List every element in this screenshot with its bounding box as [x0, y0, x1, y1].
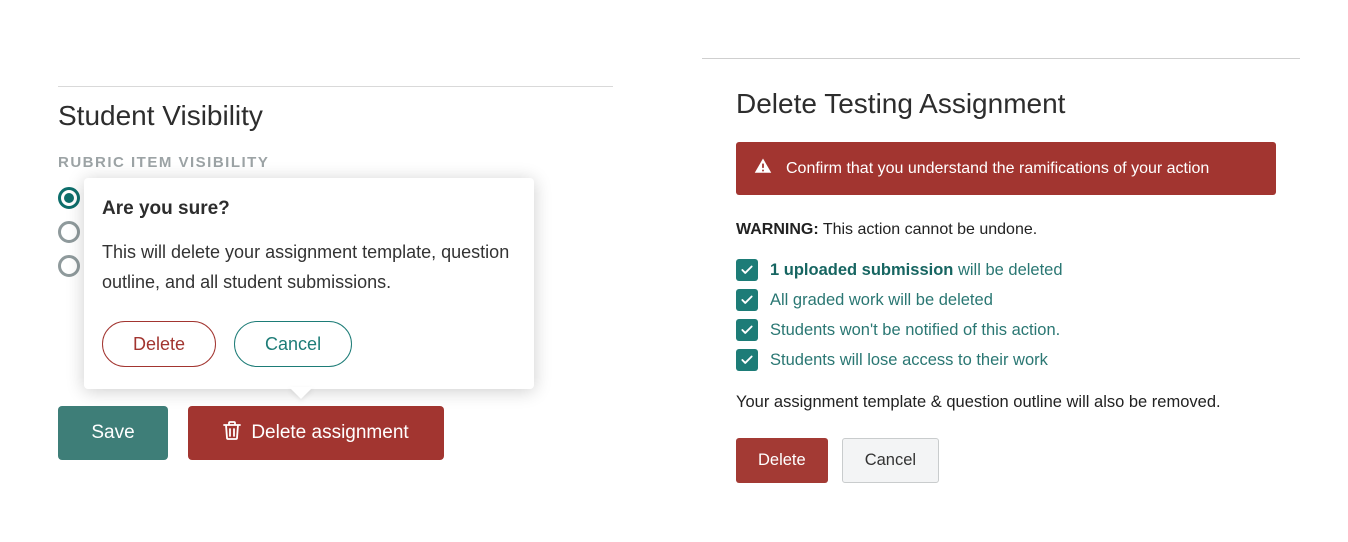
- checklist-item-1[interactable]: 1 uploaded submission will be deleted: [736, 259, 1276, 281]
- warning-body: This action cannot be undone.: [819, 221, 1038, 238]
- popover-body: This will delete your assignment templat…: [102, 238, 516, 297]
- divider-right: [702, 58, 1300, 59]
- delete-assignment-heading: Delete Testing Assignment: [736, 88, 1276, 120]
- delete-assignment-button[interactable]: Delete assignment: [188, 406, 444, 460]
- checklist-item-2[interactable]: All graded work will be deleted: [736, 289, 1276, 311]
- student-visibility-heading: Student Visibility: [58, 100, 618, 132]
- confirm-delete-button[interactable]: Delete: [736, 438, 828, 483]
- popover-actions: Delete Cancel: [102, 321, 516, 367]
- radio-option-2[interactable]: [58, 221, 80, 243]
- checklist-item-3[interactable]: Students won't be notified of this actio…: [736, 319, 1276, 341]
- delete-assignment-label: Delete assignment: [251, 422, 408, 444]
- checklist-item-3-text: Students won't be notified of this actio…: [770, 321, 1060, 340]
- checkbox-checked-icon: [736, 319, 758, 341]
- rubric-visibility-subheading: RUBRIC ITEM VISIBILITY: [58, 154, 618, 171]
- checklist-item-1-text: 1 uploaded submission will be deleted: [770, 261, 1063, 280]
- checklist-item-4-text: Students will lose access to their work: [770, 351, 1048, 370]
- popover-cancel-button[interactable]: Cancel: [234, 321, 352, 367]
- checkbox-checked-icon: [736, 259, 758, 281]
- checklist-item-4[interactable]: Students will lose access to their work: [736, 349, 1276, 371]
- footer-note: Your assignment template & question outl…: [736, 393, 1276, 412]
- trash-icon: [223, 420, 241, 446]
- radio-option-3[interactable]: [58, 255, 80, 277]
- checkbox-checked-icon: [736, 349, 758, 371]
- ramifications-banner-text: Confirm that you understand the ramifica…: [786, 160, 1209, 178]
- warning-triangle-icon: [754, 157, 772, 180]
- checklist-item-2-text: All graded work will be deleted: [770, 291, 993, 310]
- confirm-cancel-button[interactable]: Cancel: [842, 438, 939, 483]
- popover-delete-button[interactable]: Delete: [102, 321, 216, 367]
- radio-option-1[interactable]: [58, 187, 80, 209]
- popover-title: Are you sure?: [102, 198, 516, 220]
- delete-assignment-panel: Delete Testing Assignment Confirm that y…: [736, 88, 1276, 483]
- warning-line: WARNING: This action cannot be undone.: [736, 221, 1276, 239]
- ramifications-banner: Confirm that you understand the ramifica…: [736, 142, 1276, 195]
- save-button[interactable]: Save: [58, 406, 168, 460]
- right-action-row: Delete Cancel: [736, 438, 1276, 483]
- ramification-checklist: 1 uploaded submission will be deleted Al…: [736, 259, 1276, 371]
- left-action-row: Save Delete assignment: [58, 406, 444, 460]
- confirm-delete-popover: Are you sure? This will delete your assi…: [84, 178, 534, 389]
- checkbox-checked-icon: [736, 289, 758, 311]
- warning-label: WARNING:: [736, 221, 819, 238]
